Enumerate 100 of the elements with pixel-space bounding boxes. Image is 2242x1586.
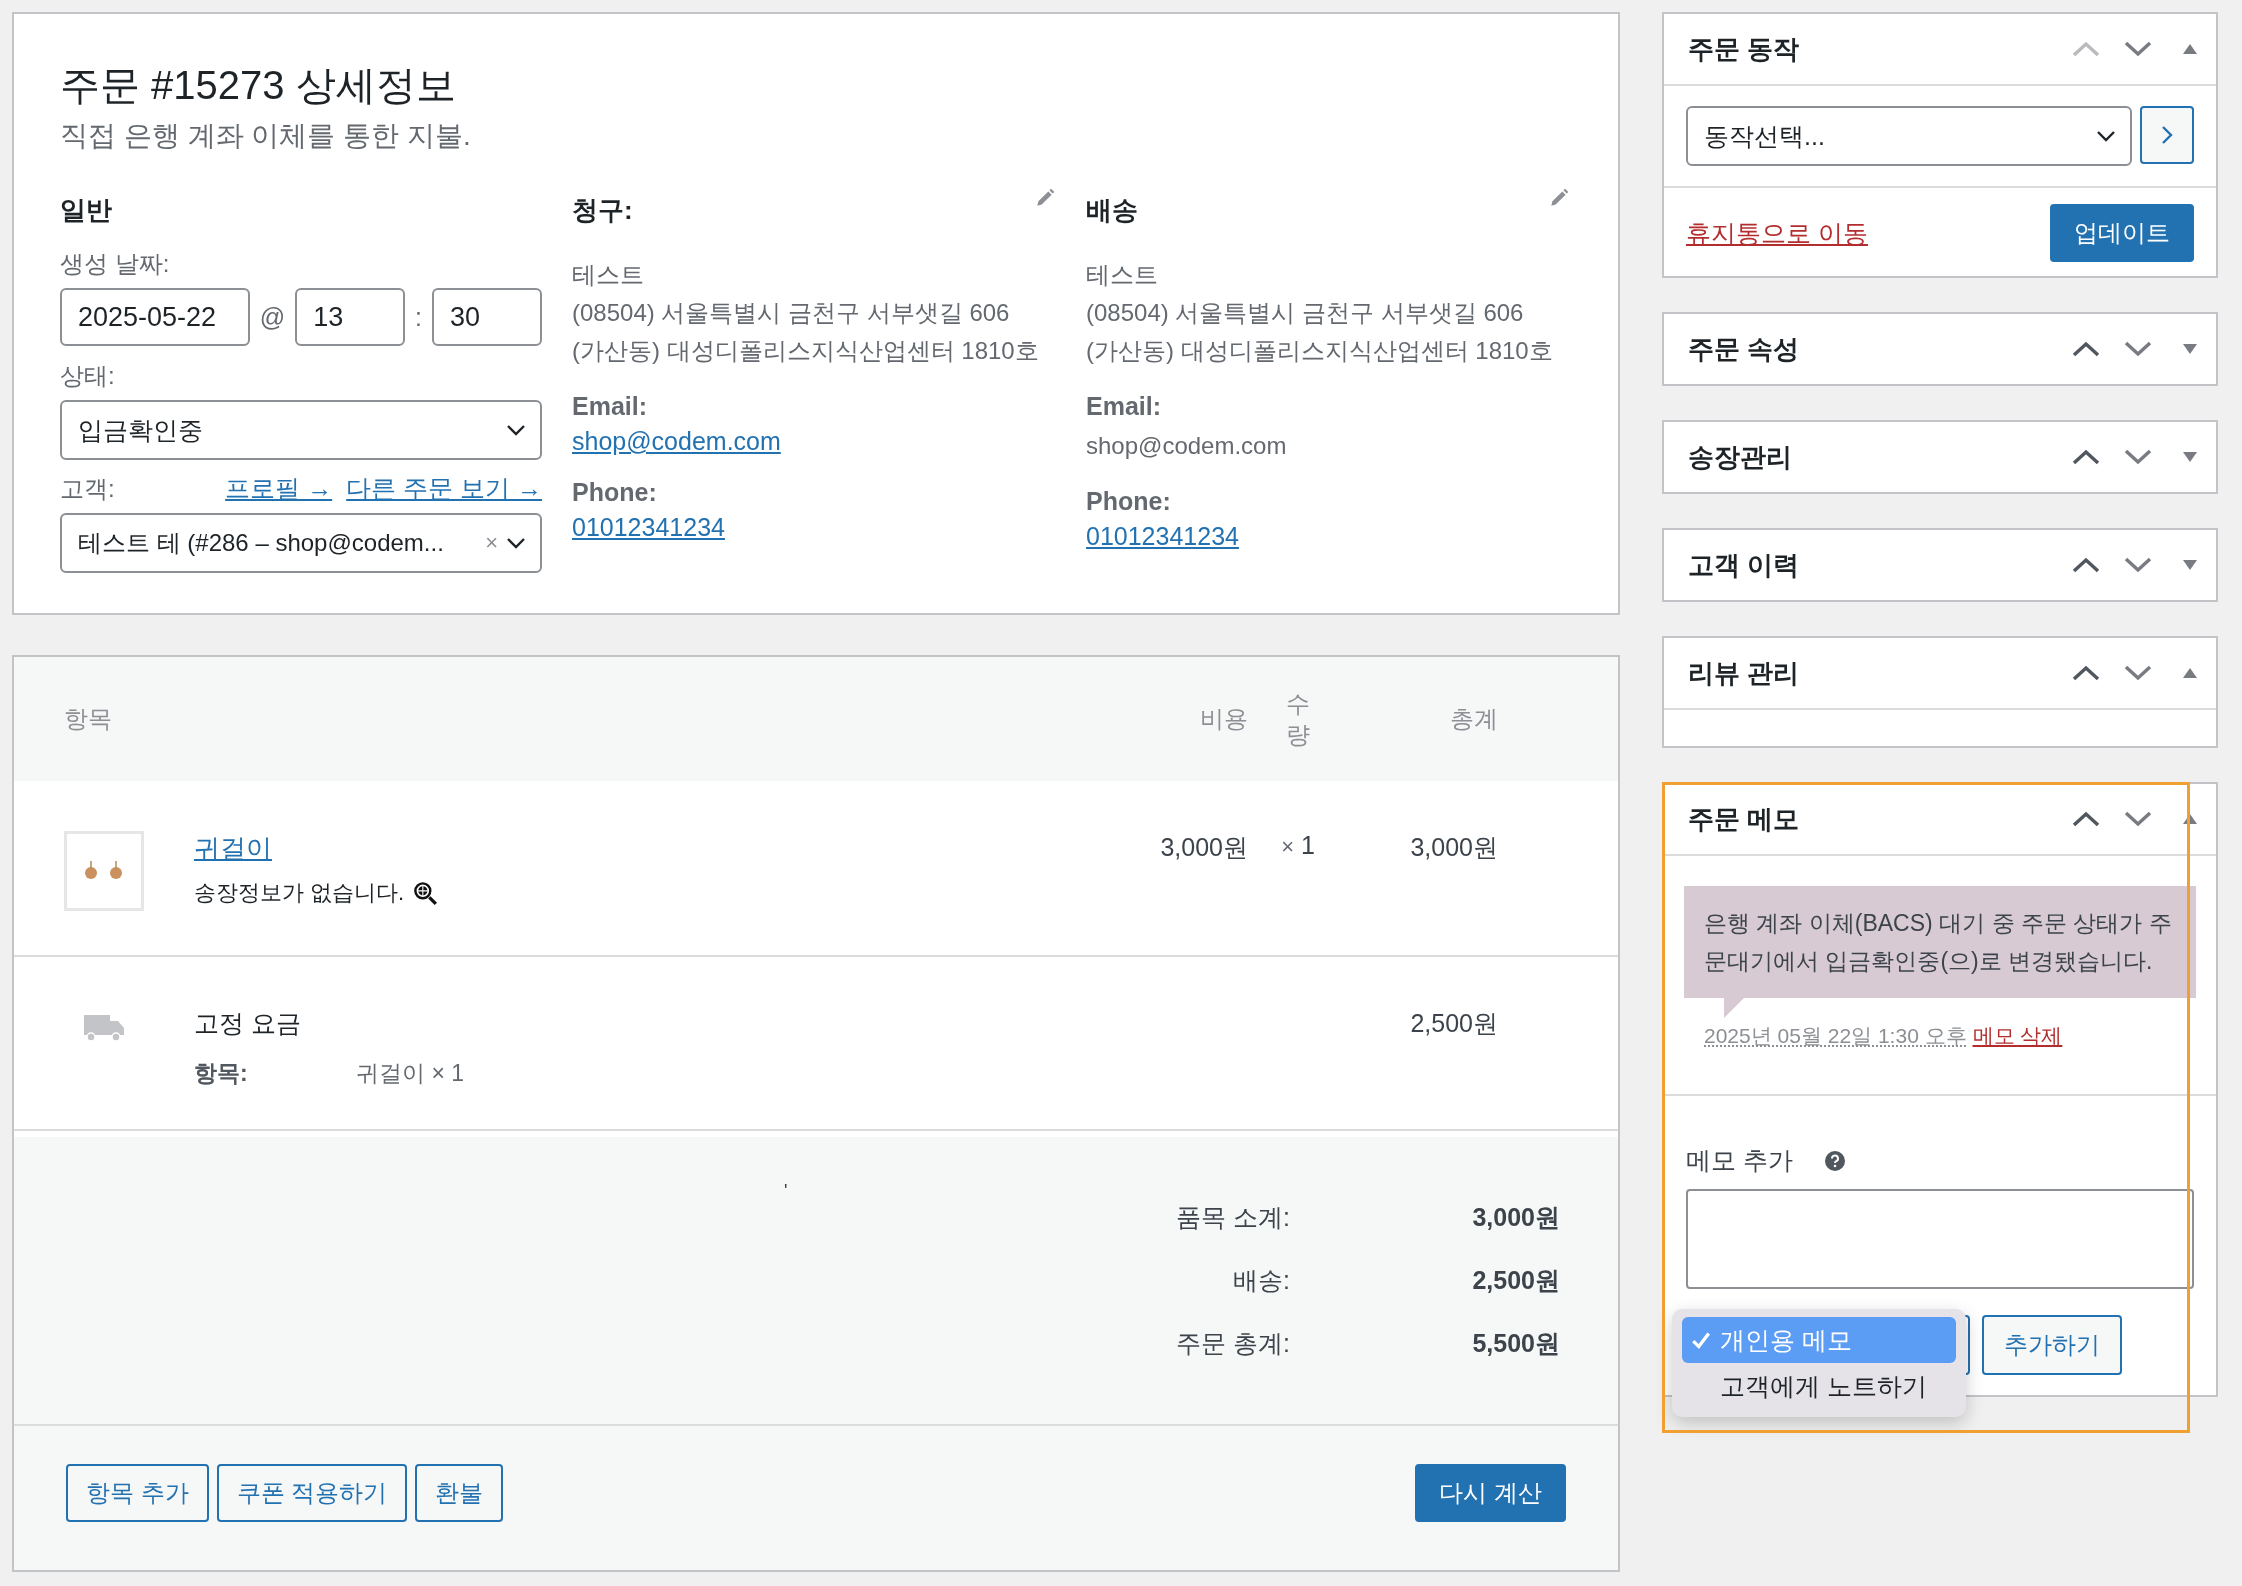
action-button[interactable]: 다시 계산: [1415, 1464, 1566, 1522]
add-note-button[interactable]: 추가하기: [1982, 1315, 2122, 1375]
email-label: Email:: [1086, 392, 1163, 421]
box-title[interactable]: 송장관리: [1688, 439, 2048, 475]
address-line: (가산동) 대성디폴리스지식산업센터 1810호: [1086, 336, 1554, 366]
section-heading: 배송: [1086, 194, 1138, 227]
phone-label: Phone:: [1086, 487, 1172, 516]
box-title[interactable]: 고객 이력: [1688, 547, 2048, 583]
collapse-triangle-icon[interactable]: [2182, 813, 2198, 825]
delete-note-link[interactable]: 메모 삭제: [1972, 1024, 2063, 1047]
order-title: 주문 #15273 상세정보: [60, 62, 457, 109]
email-text: shop@codem.com: [1086, 432, 1287, 459]
column-header: 항목: [64, 704, 113, 734]
status-select[interactable]: 입금확인중: [60, 400, 542, 460]
collapse-triangle-icon[interactable]: [2182, 667, 2198, 679]
email-link[interactable]: shop@codem.com: [572, 427, 781, 455]
phone-link[interactable]: 01012341234: [572, 513, 725, 541]
box-title[interactable]: 리뷰 관리: [1688, 655, 2048, 691]
action-button[interactable]: 쿠폰 적용하기: [216, 1464, 408, 1522]
expand-triangle-icon[interactable]: [2182, 343, 2198, 355]
note-input-field[interactable]: [1686, 1189, 2194, 1289]
item-total: 3,000원: [1409, 832, 1498, 863]
box-title[interactable]: 주문 메모: [1688, 801, 2048, 837]
apply-action-button[interactable]: [2140, 106, 2194, 164]
meta-label: 항목:: [194, 1059, 249, 1088]
customer-select[interactable]: 테스트 테 (#286 – shop@codem... ×: [60, 513, 542, 573]
help-icon[interactable]: [1824, 1150, 1845, 1171]
edit-pencil-icon[interactable]: [1034, 187, 1056, 209]
chevron-down-icon: [2096, 130, 2116, 142]
menu-option[interactable]: 고객에게 노트하기: [1682, 1363, 1956, 1409]
update-button[interactable]: 업데이트: [2050, 204, 2194, 262]
phone-label: Phone:: [572, 478, 658, 507]
chevron-up-icon[interactable]: [2072, 557, 2100, 573]
total-value: 2,500원: [1471, 1265, 1560, 1296]
phone-link[interactable]: 01012341234: [1086, 522, 1239, 550]
address-name: 테스트: [1086, 260, 1159, 290]
note-date: 2025년 05월 22일 1:30 오후: [1704, 1024, 1967, 1047]
time-separator: :: [415, 302, 423, 332]
chevron-up-icon[interactable]: [2072, 811, 2100, 827]
total-value: 3,000원: [1471, 1202, 1560, 1233]
at-sign: @: [259, 302, 286, 332]
column-header: 총계: [1449, 704, 1498, 734]
section-heading: 청구:: [572, 194, 633, 227]
add-note-label: 메모 추가: [1686, 1145, 1793, 1176]
meta-value: 귀걸이 × 1: [356, 1059, 464, 1088]
collapse-triangle-icon[interactable]: [2182, 43, 2198, 55]
email-label: Email:: [572, 392, 649, 421]
action-select[interactable]: 동작선택...: [1686, 106, 2132, 166]
item-quantity: 1: [1300, 831, 1315, 859]
chevron-down-icon[interactable]: [2124, 811, 2152, 827]
chevron-up-icon[interactable]: [2072, 341, 2100, 357]
minute-field[interactable]: 30: [432, 288, 542, 346]
product-link[interactable]: 귀걸이: [194, 833, 272, 863]
section-heading: 일반: [60, 194, 113, 227]
total-value: 5,500원: [1471, 1328, 1560, 1359]
other-orders-link[interactable]: 다른 주문 보기 →: [346, 472, 542, 505]
profile-link[interactable]: 프로필 →: [225, 472, 333, 505]
chevron-down-icon[interactable]: [2124, 41, 2152, 57]
clear-button[interactable]: ×: [485, 530, 498, 556]
chevron-down-icon[interactable]: [2124, 557, 2152, 573]
box-title[interactable]: 주문 동작: [1688, 31, 2048, 67]
check-icon: [1690, 1329, 1712, 1351]
chevron-up-icon[interactable]: [2072, 665, 2100, 681]
times-sign: ×: [1281, 834, 1294, 859]
move-to-trash-link[interactable]: 휴지통으로 이동: [1686, 216, 1868, 250]
edit-pencil-icon[interactable]: [1548, 187, 1570, 209]
address-line: (가산동) 대성디폴리스지식산업센터 1810호: [572, 336, 1040, 366]
item-cost: 3,000원: [1159, 832, 1248, 863]
note-text: 은행 계좌 이체(BACS) 대기 중 주문 상태가 주문대기에서 입금확인중(으)로 변경됐습니다.: [1704, 909, 2173, 976]
expand-triangle-icon[interactable]: [2182, 451, 2198, 463]
address-line: (08504) 서울특별시 금천구 서부샛길 606: [1086, 298, 1525, 328]
hour-field[interactable]: 13: [295, 288, 406, 346]
total-label: 품목 소계:: [1175, 1202, 1290, 1233]
shipping-total: 2,500원: [1409, 1008, 1498, 1039]
column-header: 수량: [1286, 688, 1310, 750]
stray-mark: ': [784, 1181, 788, 1202]
chevron-down-icon[interactable]: [2124, 449, 2152, 465]
product-note: 송장정보가 없습니다.: [194, 879, 405, 907]
chevron-down-icon[interactable]: [2124, 341, 2152, 357]
address-name: 테스트: [572, 260, 645, 290]
column-header: 비용: [1199, 704, 1248, 734]
field-label: 상태:: [60, 361, 116, 391]
field-label: 고객:: [60, 474, 115, 504]
chevron-down-icon: [506, 537, 526, 549]
field-label: 생성 날짜:: [60, 249, 171, 279]
total-label: 배송:: [1232, 1265, 1290, 1296]
payment-method-text: 직접 은행 계좌 이체를 통한 지불.: [60, 119, 472, 153]
product-thumbnail[interactable]: [64, 831, 144, 911]
chevron-down-icon: [506, 424, 526, 436]
box-title[interactable]: 주문 속성: [1688, 331, 2048, 367]
chevron-down-icon[interactable]: [2124, 665, 2152, 681]
chevron-right-icon: [2161, 125, 2173, 145]
date-field[interactable]: 2025-05-22: [60, 288, 250, 346]
magnifier-icon[interactable]: [412, 880, 439, 906]
chevron-up-icon[interactable]: [2072, 449, 2100, 465]
expand-triangle-icon[interactable]: [2182, 559, 2198, 571]
shipping-method-name: 고정 요금: [194, 1008, 302, 1039]
address-line: (08504) 서울특별시 금천구 서부샛길 606: [572, 298, 1011, 328]
action-button[interactable]: 항목 추가: [66, 1464, 209, 1522]
action-button[interactable]: 환불: [415, 1464, 504, 1522]
